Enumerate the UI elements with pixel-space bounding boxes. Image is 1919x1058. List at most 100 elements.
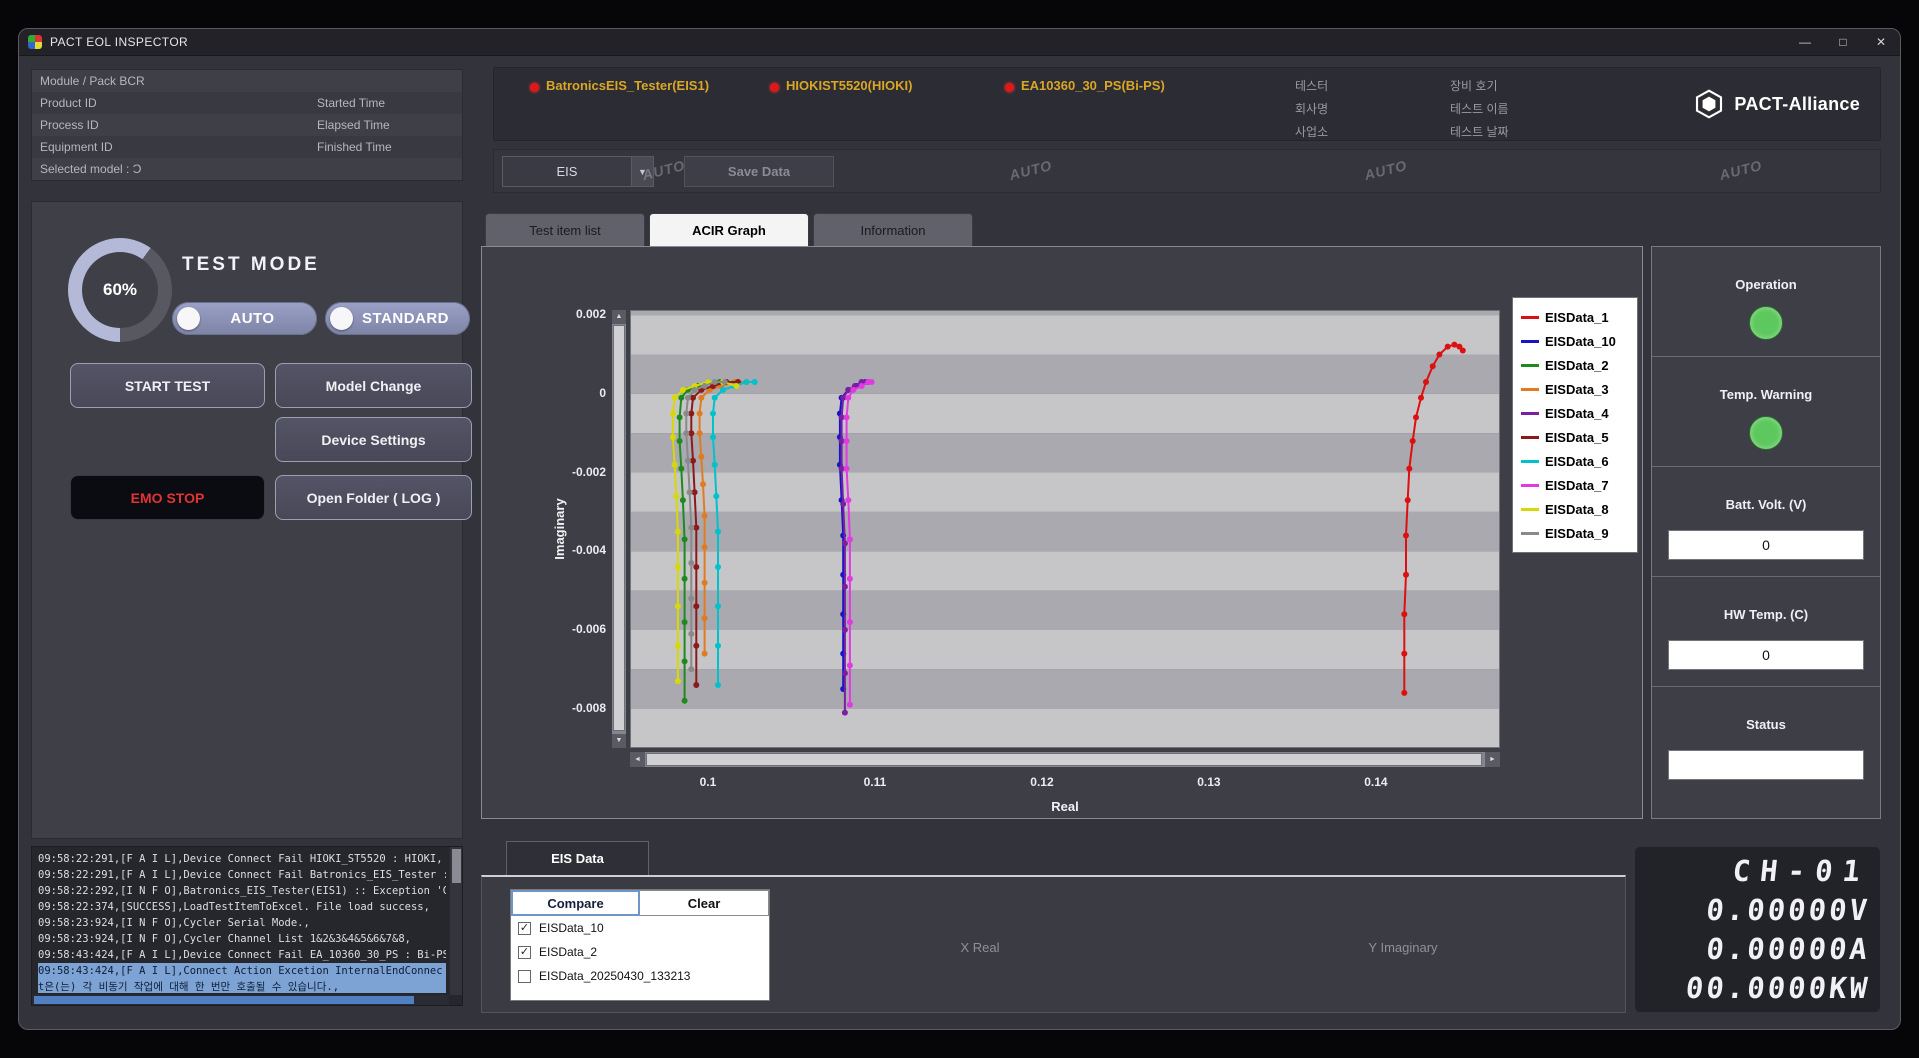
x-real-column-header: X Real (930, 940, 1030, 955)
chart-legend: EISData_1EISData_10EISData_2EISData_3EIS… (1512, 297, 1638, 553)
info-row-label: Module / Pack BCR (40, 70, 145, 92)
auto-toggle[interactable]: AUTO (172, 302, 317, 335)
start-test-button[interactable]: START TEST (70, 363, 265, 408)
test-mode-title: TEST MODE (182, 254, 320, 276)
x-tick-label: 0.14 (1346, 775, 1406, 789)
standard-toggle[interactable]: STANDARD (325, 302, 470, 335)
info-row: Product IDStarted Time (32, 92, 462, 114)
x-tick-label: 0.1 (678, 775, 738, 789)
info-row-label: Equipment ID (40, 136, 113, 158)
tab-acir-graph[interactable]: ACIR Graph (649, 213, 809, 246)
close-button[interactable]: ✕ (1862, 29, 1900, 55)
tab-information[interactable]: Information (813, 213, 973, 246)
status-label: Status (1652, 687, 1880, 732)
auto-watermark: AUTO (1008, 157, 1054, 183)
open-folder-button[interactable]: Open Folder ( LOG ) (275, 475, 472, 520)
compare-button[interactable]: Compare (511, 890, 640, 916)
legend-swatch (1521, 340, 1539, 343)
scroll-left-icon[interactable]: ◄ (630, 752, 645, 767)
model-change-button[interactable]: Model Change (275, 363, 472, 408)
scrollbar-thumb[interactable] (34, 996, 414, 1004)
auto-watermark: AUTO (1718, 157, 1764, 183)
save-data-button[interactable]: Save Data (684, 156, 834, 187)
info-row-label: Process ID (40, 114, 99, 136)
operation-indicator (1749, 306, 1783, 340)
standard-toggle-label: STANDARD (353, 310, 470, 327)
checkbox[interactable]: ✓ (518, 922, 531, 935)
info-row-value: Started Time (317, 92, 385, 114)
scrollbar-thumb[interactable] (646, 753, 1482, 766)
scroll-down-icon[interactable]: ▼ (612, 734, 626, 748)
legend-item: EISData_5 (1521, 425, 1629, 449)
tab-test-item-list[interactable]: Test item list (485, 213, 645, 246)
eis-data-list: Compare Clear ✓EISData_10✓EISData_2EISDa… (510, 889, 770, 1001)
device-settings-button[interactable]: Device Settings (275, 417, 472, 462)
scroll-right-icon[interactable]: ► (1485, 752, 1500, 767)
log-line[interactable]: 09:58:43:424,[F A I L],Connect Action Ex… (38, 963, 446, 993)
hw-temp-input[interactable] (1668, 640, 1864, 670)
log-vertical-scrollbar[interactable] (449, 847, 462, 995)
main-tabs: Test item listACIR GraphInformation (485, 213, 977, 246)
eis-data-item[interactable]: ✓ EISData_2 (511, 940, 769, 964)
minimize-button[interactable]: — (1786, 29, 1824, 55)
info-row-label: Selected model : Ɔ (40, 158, 141, 180)
emo-stop-button[interactable]: EMO STOP (70, 475, 265, 520)
log-line[interactable]: 09:58:22:291,[F A I L],Device Connect Fa… (38, 851, 446, 867)
log-line[interactable]: 09:58:22:292,[I N F O],Batronics_EIS_Tes… (38, 883, 446, 899)
legend-label: EISData_3 (1545, 382, 1609, 397)
info-row-value: Finished Time (317, 136, 392, 158)
seven-segment-display: CH-010.00000V0.00000A00.0000KW (1634, 846, 1881, 1013)
progress-donut: 60% (68, 238, 172, 342)
progress-value: 60% (68, 238, 172, 342)
batt-volt-input[interactable] (1668, 530, 1864, 560)
eis-list-header: Compare Clear (511, 890, 769, 916)
meta-label: 회사명 (1295, 100, 1328, 117)
scrollbar-thumb[interactable] (452, 849, 461, 883)
status-input[interactable] (1668, 750, 1864, 780)
log-horizontal-scrollbar[interactable] (32, 995, 449, 1005)
device-label: BatronicsEIS_Tester(EIS1) (546, 78, 709, 93)
status-section: Status (1652, 687, 1880, 816)
log-line[interactable]: 09:58:22:374,[SUCCESS],LoadTestItemToExc… (38, 899, 446, 915)
info-row: Selected model : Ɔ (32, 158, 462, 180)
chart-horizontal-scrollbar[interactable]: ◄ ► (630, 752, 1500, 767)
eis-data-tab[interactable]: EIS Data (506, 841, 649, 875)
pact-alliance-logo: PACT-Alliance (1693, 88, 1860, 120)
x-axis-title: Real (630, 799, 1500, 814)
log-line[interactable]: 09:58:43:424,[F A I L],Device Connect Fa… (38, 947, 446, 963)
auto-toggle-label: AUTO (200, 310, 317, 327)
titlebar: PACT EOL INSPECTOR — □ ✕ (19, 29, 1900, 56)
legend-item: EISData_1 (1521, 305, 1629, 329)
test-type-combo[interactable]: EIS ▼ (502, 156, 654, 187)
temp-warning-indicator (1749, 416, 1783, 450)
x-tick-label: 0.12 (1012, 775, 1072, 789)
y-axis-title: Imaginary (552, 429, 568, 629)
chart-vertical-scrollbar[interactable]: ▲ ▼ (612, 310, 626, 748)
legend-label: EISData_10 (1545, 334, 1616, 349)
scroll-up-icon[interactable]: ▲ (612, 310, 626, 324)
clear-button[interactable]: Clear (640, 890, 769, 916)
eis-data-item[interactable]: EISData_20250430_133213 (511, 964, 769, 988)
eis-data-item-label: EISData_2 (539, 945, 597, 959)
temp-warning-section: Temp. Warning (1652, 357, 1880, 467)
info-row-value: Elapsed Time (317, 114, 390, 136)
legend-label: EISData_4 (1545, 406, 1609, 421)
checkbox[interactable]: ✓ (518, 946, 531, 959)
eis-data-body: Compare Clear ✓EISData_10✓EISData_2EISDa… (481, 875, 1626, 1013)
scrollbar-thumb[interactable] (613, 325, 625, 731)
job-info-panel: Module / Pack BCRProduct IDStarted TimeP… (31, 69, 463, 181)
info-row: Equipment ID Finished Time (32, 136, 462, 158)
hexagon-logo-icon (1693, 88, 1725, 120)
checkbox[interactable] (518, 970, 531, 983)
eis-data-item[interactable]: ✓EISData_10 (511, 916, 769, 940)
maximize-button[interactable]: □ (1824, 29, 1862, 55)
temp-warning-label: Temp. Warning (1652, 357, 1880, 402)
log-line[interactable]: 09:58:23:924,[I N F O],Cycler Serial Mod… (38, 915, 446, 931)
log-line[interactable]: 09:58:23:924,[I N F O],Cycler Channel Li… (38, 931, 446, 947)
seven-segment-line: 00.0000KW (1633, 969, 1882, 1008)
log-panel: 09:58:22:291,[F A I L],Device Connect Fa… (31, 846, 463, 1006)
log-line[interactable]: 09:58:22:291,[F A I L],Device Connect Fa… (38, 867, 446, 883)
meta-label: 테스터 (1295, 77, 1328, 94)
app-icon (28, 35, 42, 49)
legend-item: EISData_7 (1521, 473, 1629, 497)
